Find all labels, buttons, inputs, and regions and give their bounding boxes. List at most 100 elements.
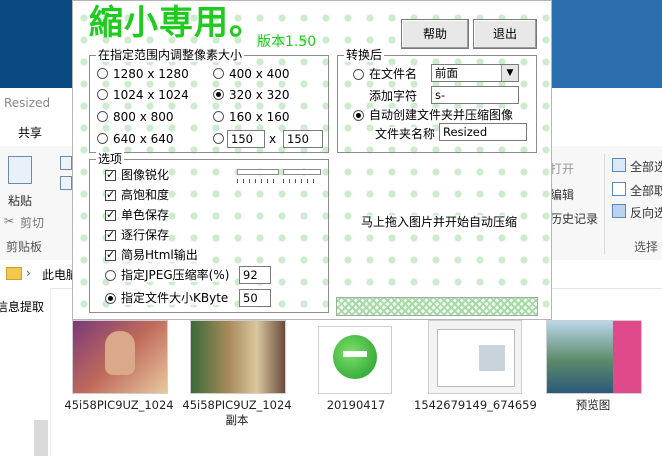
file-name-2[interactable]: 45i58PIC9UZ_1024副本	[177, 398, 297, 428]
folder-name-label: 文件夹名称	[375, 127, 436, 141]
select-all-icon	[612, 158, 626, 172]
custom-size-separator: x	[269, 132, 277, 146]
invert-select-icon	[612, 204, 626, 218]
size-radio-400[interactable]	[213, 68, 224, 79]
ie-logo-icon	[333, 335, 377, 379]
saturation-slider[interactable]	[283, 169, 321, 175]
help-button[interactable]: 帮助	[401, 19, 469, 49]
file-thumbnail-1[interactable]	[72, 320, 168, 394]
drop-hint: 马上拖入图片并开始自动压缩	[361, 215, 518, 229]
clipboard-group-label: 剪贴板	[6, 240, 43, 254]
size-radio-1024[interactable]	[97, 89, 108, 100]
explorer-folder-title: Resized	[4, 96, 51, 110]
saturation-checkbox[interactable]	[105, 188, 116, 201]
ie-logo-bar	[343, 351, 367, 357]
chevron-down-icon[interactable]: ▼	[501, 65, 518, 81]
preview-pink-bar	[613, 321, 641, 393]
size-label-320: 320 x 320	[229, 88, 290, 102]
rename-label: 在文件名	[369, 67, 418, 81]
size-label-1024: 1024 x 1024	[113, 88, 189, 102]
options-group-legend: 选项	[96, 152, 125, 166]
size-label-400: 400 x 400	[229, 67, 290, 81]
copy-path-icon[interactable]	[60, 176, 72, 190]
file-name-3[interactable]: 20190417	[296, 398, 416, 413]
file-size-input[interactable]: 50	[239, 289, 271, 307]
desktop-stripe-right	[552, 0, 662, 88]
size-radio-640[interactable]	[97, 133, 108, 144]
tab-share[interactable]: 共享	[18, 124, 42, 141]
dialog-preview-box	[479, 345, 505, 371]
progressive-checkbox[interactable]	[105, 228, 116, 241]
size-label-160: 160 x 160	[229, 110, 290, 124]
edit-button[interactable]: 编辑	[550, 186, 574, 203]
select-none-button[interactable]: 全部取	[630, 182, 662, 199]
size-radio-custom[interactable]	[213, 133, 224, 144]
desktop-stripe	[0, 0, 72, 88]
ribbon-divider	[604, 154, 605, 254]
copy-icon[interactable]	[60, 156, 72, 170]
auto-folder-label: 自动创建文件夹并压缩图像	[369, 108, 514, 122]
jpeg-quality-radio[interactable]	[105, 270, 116, 281]
custom-width-input[interactable]: 150	[227, 130, 265, 148]
mono-label: 单色保存	[121, 208, 170, 222]
paste-icon[interactable]	[8, 156, 32, 184]
html-checkbox[interactable]	[105, 248, 116, 261]
progress-bar	[336, 297, 538, 316]
sharpen-label: 图像锐化	[121, 168, 170, 182]
saturation-slider-ticks	[283, 179, 319, 183]
sharpen-slider[interactable]	[237, 169, 279, 175]
auto-folder-radio[interactable]	[353, 110, 364, 121]
size-radio-800[interactable]	[97, 111, 108, 122]
history-button[interactable]: 历史记录	[550, 210, 598, 227]
mono-checkbox[interactable]	[105, 208, 116, 221]
file-size-radio[interactable]	[105, 293, 116, 304]
file-name-1[interactable]: 45i58PIC9UZ_1024	[59, 398, 179, 413]
size-radio-320[interactable]	[213, 89, 224, 100]
size-radio-160[interactable]	[213, 111, 224, 122]
cut-button[interactable]: 剪切	[20, 214, 44, 231]
size-label-640: 640 x 640	[113, 132, 174, 146]
file-thumbnail-3[interactable]	[318, 326, 392, 394]
add-char-label: 添加字符	[369, 89, 418, 103]
folder-name-input[interactable]: Resized	[439, 123, 527, 141]
face-image	[105, 331, 135, 375]
file-thumbnail-2[interactable]	[190, 320, 286, 394]
invert-select-button[interactable]: 反向选	[630, 204, 662, 221]
file-size-label: 指定文件大小KByte	[121, 291, 229, 305]
app-version: 版本1.50	[257, 34, 317, 50]
file-thumbnail-4[interactable]	[428, 320, 522, 394]
size-label-1280: 1280 x 1280	[113, 67, 189, 81]
position-select-value: 前面	[435, 66, 458, 80]
select-all-button[interactable]: 全部选	[630, 158, 662, 175]
saturation-label: 高饱和度	[121, 188, 170, 202]
file-name-4[interactable]: 1542679149_674659	[414, 398, 537, 413]
nav-scrollbar[interactable]	[34, 420, 48, 456]
paste-button[interactable]: 粘贴	[8, 192, 32, 209]
resize-app-window: 縮小専用。 版本1.50 帮助 退出 在指定范围内调整像素大小 1280 x 1…	[72, 0, 552, 320]
rename-radio[interactable]	[353, 69, 364, 80]
sharpen-checkbox[interactable]	[105, 168, 116, 181]
jpeg-quality-label: 指定JPEG压缩率(%)	[121, 268, 230, 282]
app-title: 縮小専用。	[89, 3, 264, 43]
nav-item[interactable]: 信息提取	[0, 298, 44, 315]
html-label: 简易Html输出	[121, 248, 198, 262]
position-select[interactable]: 前面 ▼	[431, 64, 519, 82]
custom-height-input[interactable]: 150	[283, 130, 323, 148]
size-label-800: 800 x 800	[113, 110, 174, 124]
add-char-input[interactable]: s-	[431, 86, 519, 104]
jpeg-quality-input[interactable]: 92	[239, 266, 271, 284]
select-none-icon	[612, 182, 626, 196]
sharpen-slider-ticks	[237, 179, 277, 183]
folder-icon	[6, 267, 22, 280]
file-name-5[interactable]: 预览图	[533, 398, 653, 413]
address-chevron-icon[interactable]: ›	[26, 266, 31, 280]
exit-button[interactable]: 退出	[473, 19, 537, 49]
progressive-label: 逐行保存	[121, 228, 170, 242]
size-radio-1280[interactable]	[97, 68, 108, 79]
size-group-legend: 在指定范围内调整像素大小	[96, 48, 245, 62]
open-button[interactable]: 打开	[550, 160, 574, 177]
file-thumbnail-5[interactable]	[546, 320, 642, 394]
select-group-label: 选择	[634, 240, 659, 254]
cut-icon[interactable]: ✂	[4, 214, 14, 228]
convert-group-legend: 转换后	[344, 48, 385, 62]
